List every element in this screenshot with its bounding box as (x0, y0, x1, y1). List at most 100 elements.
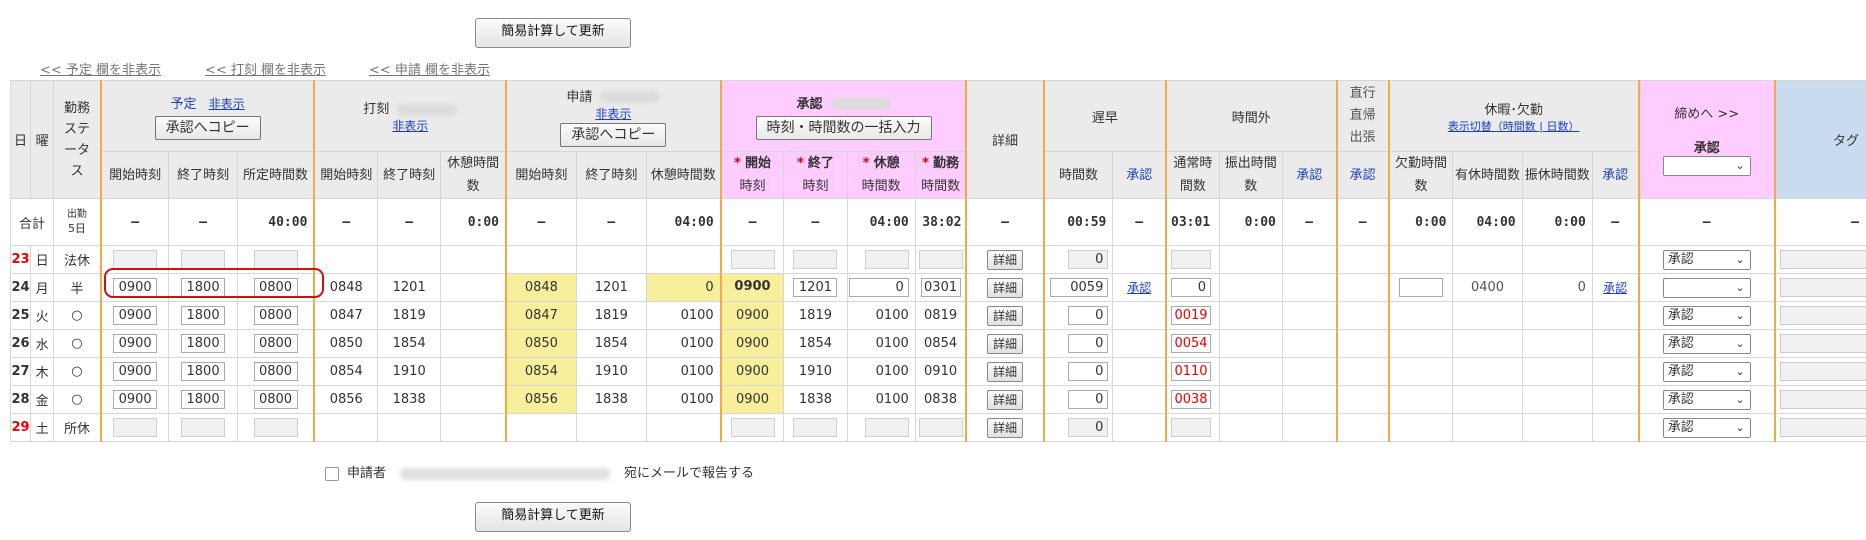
plan-start-input[interactable]: 0900 (113, 306, 158, 325)
mail-checkbox[interactable] (325, 466, 339, 481)
close-link[interactable]: 締めへ >> (1674, 107, 1739, 122)
tag-input[interactable] (1779, 390, 1866, 409)
tag-input[interactable] (1779, 250, 1866, 269)
close-select[interactable]: ⌄ (1662, 277, 1751, 298)
late-approve-link[interactable]: 承認 (1127, 281, 1151, 295)
plan-end-input[interactable]: 1800 (181, 362, 226, 381)
plan-start-input[interactable]: 0900 (113, 390, 158, 409)
update-button-top[interactable]: 簡易計算して更新 (475, 18, 631, 48)
appr-break-input[interactable]: 0 (848, 278, 909, 297)
appr-start-cell[interactable]: 0900 (720, 329, 785, 358)
plan-start-input[interactable] (113, 418, 158, 437)
tag-input[interactable] (1779, 362, 1866, 381)
appr-break-input[interactable] (864, 250, 909, 269)
ot-normal-input[interactable] (1171, 418, 1212, 437)
ot-normal-input[interactable]: 0038 (1171, 390, 1212, 409)
appr-work-input[interactable]: 0301 (920, 278, 961, 297)
hide-punch-link[interactable]: << 打刻 欄を非表示 (205, 59, 326, 78)
plan-hours-input[interactable]: 0800 (253, 278, 298, 297)
punch-end-cell: 1201 (377, 273, 442, 302)
late-hours-input[interactable]: 0 (1068, 306, 1109, 325)
apply-start-cell: 0847 (505, 301, 577, 330)
appr-start-input[interactable] (730, 250, 775, 269)
day-row: 28 金 ○ 0900 1800 0800 0856 1838 0856 1838 0100 0900… (9, 385, 1866, 414)
leave-approve-link[interactable]: 承認 (1603, 281, 1627, 295)
apply-hide-link[interactable]: 非表示 (595, 107, 631, 121)
plan-hours-input[interactable]: 0800 (253, 306, 298, 325)
plan-end-input[interactable]: 1800 (181, 390, 226, 409)
close-select[interactable]: 承認 ⌄ (1662, 389, 1751, 410)
apply-end-cell (575, 413, 647, 442)
leave-toggle-link[interactable]: 表示切替（時間数 | 日数） (1448, 120, 1580, 133)
detail-button[interactable]: 詳細 (987, 333, 1024, 354)
appr-start-cell[interactable]: 0900 (720, 357, 785, 386)
late-hours-input[interactable]: 0 (1068, 362, 1109, 381)
late-hours-input[interactable]: 0 (1068, 334, 1109, 353)
late-approve-cell (1112, 245, 1168, 274)
ot-normal-input[interactable]: 0110 (1171, 362, 1212, 381)
close-select[interactable]: 承認 ⌄ (1662, 305, 1751, 326)
plan-end-input[interactable]: 1800 (181, 334, 226, 353)
detail-button[interactable]: 詳細 (987, 361, 1024, 382)
close-approve-select[interactable]: ⌄ (1662, 156, 1751, 176)
detail-button[interactable]: 詳細 (987, 249, 1024, 270)
plan-hours-input[interactable] (253, 418, 298, 437)
paid-cell (1452, 245, 1523, 274)
plan-start-input[interactable]: 0900 (113, 362, 158, 381)
appr-start-cell[interactable]: 0900 (720, 273, 785, 302)
plan-end-input[interactable]: 1800 (181, 278, 226, 297)
plan-hours-input[interactable]: 0800 (253, 390, 298, 409)
ot-normal-input[interactable]: 0 (1171, 278, 1212, 297)
plan-start-input[interactable]: 0900 (113, 278, 158, 297)
late-hours-input[interactable]: 0 (1068, 250, 1109, 269)
close-select[interactable]: 承認 ⌄ (1662, 361, 1751, 382)
appr-work-input[interactable] (918, 418, 963, 437)
plan-hours-input[interactable]: 0800 (253, 362, 298, 381)
late-hours-input[interactable]: 0 (1068, 390, 1109, 409)
plan-end-input[interactable] (181, 250, 226, 269)
appr-end-input[interactable] (793, 250, 838, 269)
plan-end-input[interactable]: 1800 (181, 306, 226, 325)
appr-start-cell[interactable]: 0900 (720, 301, 785, 330)
tag-input[interactable] (1779, 306, 1866, 325)
close-select[interactable]: 承認 ⌄ (1662, 333, 1751, 354)
close-select[interactable]: 承認 ⌄ (1662, 417, 1751, 438)
update-button-bottom[interactable]: 簡易計算して更新 (475, 502, 631, 532)
appr-break-input[interactable] (864, 418, 909, 437)
plan-hours-input[interactable] (253, 250, 298, 269)
plan-hide-link[interactable]: 非表示 (209, 97, 245, 111)
hide-plan-link[interactable]: << 予定 欄を非表示 (40, 59, 161, 78)
appr-end-input[interactable]: 1201 (793, 278, 838, 297)
bulk-input-button[interactable]: 時刻・時間数の一括入力 (755, 115, 932, 140)
tag-input[interactable] (1779, 418, 1866, 437)
punch-break-cell (440, 357, 508, 386)
late-hours-input[interactable]: 0 (1068, 418, 1109, 437)
close-select[interactable]: 承認 ⌄ (1662, 249, 1751, 270)
sub-appr-break: * 休憩 時間数 (846, 151, 916, 199)
detail-button[interactable]: 詳細 (987, 277, 1024, 298)
appr-work-input[interactable] (918, 250, 963, 269)
plan-copy-button[interactable]: 承認へコピー (154, 115, 261, 140)
plan-start-input[interactable] (113, 250, 158, 269)
late-hours-input[interactable]: 0059 (1050, 278, 1109, 297)
punch-hide-link[interactable]: 非表示 (392, 119, 428, 133)
absence-input[interactable] (1399, 278, 1444, 297)
appr-start-cell[interactable]: 0900 (720, 385, 785, 414)
ot-normal-input[interactable]: 0054 (1171, 334, 1212, 353)
apply-copy-button[interactable]: 承認へコピー (560, 122, 667, 147)
appr-end-input[interactable] (793, 418, 838, 437)
plan-start-input[interactable]: 0900 (113, 334, 158, 353)
appr-start-input[interactable]: 0900 (723, 278, 783, 297)
plan-end-input[interactable] (181, 418, 226, 437)
appr-work-cell: 0854 (914, 329, 968, 358)
appr-start-input[interactable] (730, 418, 775, 437)
ot-normal-input[interactable] (1171, 250, 1212, 269)
hide-apply-link[interactable]: << 申請 欄を非表示 (369, 59, 490, 78)
ot-normal-input[interactable]: 0019 (1171, 306, 1212, 325)
detail-button[interactable]: 詳細 (987, 417, 1024, 438)
plan-hours-input[interactable]: 0800 (253, 334, 298, 353)
detail-button[interactable]: 詳細 (987, 305, 1024, 326)
tag-input[interactable] (1779, 278, 1866, 297)
tag-input[interactable] (1779, 334, 1866, 353)
detail-button[interactable]: 詳細 (987, 389, 1024, 410)
